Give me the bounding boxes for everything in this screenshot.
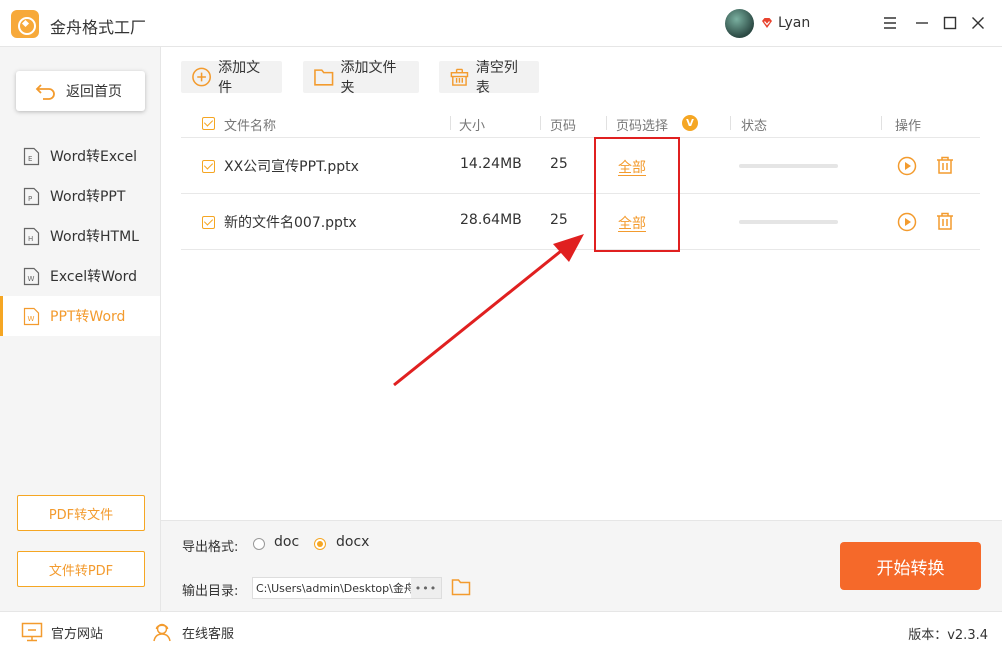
row-checkbox[interactable] bbox=[202, 216, 215, 229]
sidebar: 返回首页 E Word转Excel P Word转PPT H Word转HTML… bbox=[0, 47, 161, 611]
title-bar: 金舟格式工厂 Lyan bbox=[0, 0, 1002, 47]
file-name: XX公司宣传PPT.pptx bbox=[224, 159, 359, 175]
sidebar-item-label: Excel转Word bbox=[50, 269, 138, 285]
format-label: 导出格式: bbox=[182, 540, 239, 555]
radio-doc[interactable] bbox=[253, 538, 265, 550]
file-size: 14.24MB bbox=[460, 156, 522, 172]
vip-diamond-icon bbox=[762, 18, 772, 28]
header-name: 文件名称 bbox=[224, 119, 277, 134]
progress-bar bbox=[739, 220, 838, 224]
close-icon[interactable] bbox=[968, 13, 988, 33]
app-logo-icon bbox=[11, 10, 39, 38]
table-row: 新的文件名007.pptx 28.64MB 25 全部 bbox=[181, 194, 980, 250]
table-header: 文件名称 大小 页码 页码选择 V 状态 操作 bbox=[181, 109, 980, 138]
output-path-field[interactable]: C:\Users\admin\Desktop\金舟格式工厂 ••• bbox=[252, 577, 442, 599]
sidebar-item-label: PPT转Word bbox=[50, 309, 126, 325]
column-separator bbox=[606, 116, 607, 130]
browse-more-button[interactable]: ••• bbox=[411, 578, 441, 598]
table-row: XX公司宣传PPT.pptx 14.24MB 25 全部 bbox=[181, 138, 980, 194]
excel-doc-icon: W bbox=[23, 267, 40, 285]
header-actions: 操作 bbox=[895, 119, 922, 134]
back-home-button[interactable]: 返回首页 bbox=[16, 71, 145, 111]
avatar[interactable] bbox=[725, 9, 754, 38]
svg-text:H: H bbox=[28, 235, 33, 243]
file-to-pdf-button[interactable]: 文件转PDF bbox=[17, 551, 145, 587]
row-checkbox[interactable] bbox=[202, 160, 215, 173]
word-doc-icon: H bbox=[23, 227, 40, 245]
radio-docx-label[interactable]: docx bbox=[336, 534, 369, 550]
header-page-select: 页码选择 bbox=[616, 119, 669, 134]
online-support-label: 在线客服 bbox=[182, 626, 235, 642]
version-label: 版本：v2.3.4 bbox=[908, 628, 988, 643]
radio-doc-label[interactable]: doc bbox=[274, 534, 299, 550]
clear-list-button[interactable]: 清空列表 bbox=[439, 60, 539, 96]
add-folder-label: 添加文件夹 bbox=[340, 60, 397, 96]
maximize-icon[interactable] bbox=[940, 13, 960, 33]
add-folder-button[interactable]: 添加文件夹 bbox=[303, 60, 419, 96]
column-separator bbox=[540, 116, 541, 130]
progress-bar bbox=[739, 164, 838, 168]
trash-icon[interactable] bbox=[935, 211, 955, 231]
select-all-checkbox[interactable] bbox=[202, 117, 215, 130]
svg-text:W: W bbox=[28, 315, 35, 323]
back-home-label: 返回首页 bbox=[66, 84, 122, 100]
official-website-link[interactable]: 官方网站 bbox=[21, 622, 103, 642]
output-dir-label: 输出目录: bbox=[182, 584, 239, 599]
header-status: 状态 bbox=[741, 119, 768, 134]
monitor-icon bbox=[21, 622, 43, 642]
sidebar-item-excel-to-word[interactable]: W Excel转Word bbox=[0, 256, 160, 296]
column-separator bbox=[881, 116, 882, 130]
word-doc-icon: P bbox=[23, 187, 40, 205]
open-folder-icon[interactable] bbox=[451, 578, 471, 596]
app-title: 金舟格式工厂 bbox=[50, 18, 147, 37]
clear-list-label: 清空列表 bbox=[475, 60, 518, 96]
sidebar-item-ppt-to-word[interactable]: W PPT转Word bbox=[0, 296, 160, 336]
output-settings-panel: 导出格式: doc docx 输出目录: C:\Users\admin\Desk… bbox=[161, 520, 1002, 611]
file-pages: 25 bbox=[550, 212, 568, 228]
play-icon[interactable] bbox=[897, 156, 917, 176]
add-file-button[interactable]: 添加文件 bbox=[181, 60, 282, 96]
play-icon[interactable] bbox=[897, 212, 917, 232]
output-path-text: C:\Users\admin\Desktop\金舟格式工厂 bbox=[256, 582, 411, 595]
file-size: 28.64MB bbox=[460, 212, 522, 228]
basket-icon bbox=[450, 68, 469, 86]
sidebar-item-word-to-html[interactable]: H Word转HTML bbox=[0, 216, 160, 256]
svg-text:W: W bbox=[28, 275, 35, 283]
sidebar-item-word-to-excel[interactable]: E Word转Excel bbox=[0, 136, 160, 176]
trash-icon[interactable] bbox=[935, 155, 955, 175]
file-table: 文件名称 大小 页码 页码选择 V 状态 操作 XX公司宣传PPT.pptx 1… bbox=[181, 109, 980, 250]
word-doc-icon: E bbox=[23, 147, 40, 165]
username[interactable]: Lyan bbox=[778, 15, 810, 31]
sidebar-item-label: Word转Excel bbox=[50, 149, 138, 165]
back-arrow-icon bbox=[35, 84, 55, 100]
header-size: 大小 bbox=[459, 119, 486, 134]
highlight-box bbox=[594, 137, 680, 252]
start-convert-button[interactable]: 开始转换 bbox=[840, 542, 981, 590]
menu-icon[interactable] bbox=[880, 13, 900, 33]
file-pages: 25 bbox=[550, 156, 568, 172]
online-support-link[interactable]: 在线客服 bbox=[152, 622, 234, 642]
support-agent-icon bbox=[153, 623, 171, 642]
pdf-to-file-button[interactable]: PDF转文件 bbox=[17, 495, 145, 531]
svg-text:P: P bbox=[28, 195, 32, 203]
add-circle-icon bbox=[192, 67, 212, 87]
svg-text:E: E bbox=[28, 155, 32, 163]
column-separator bbox=[730, 116, 731, 130]
footer: 官方网站 在线客服 版本：v2.3.4 bbox=[0, 611, 1002, 652]
official-website-label: 官方网站 bbox=[51, 626, 104, 642]
sidebar-item-label: Word转HTML bbox=[50, 229, 139, 245]
radio-docx[interactable] bbox=[314, 538, 326, 550]
vip-badge: V bbox=[682, 115, 698, 131]
header-pages: 页码 bbox=[550, 119, 577, 134]
column-separator bbox=[450, 116, 451, 130]
minimize-icon[interactable] bbox=[912, 13, 932, 33]
add-file-label: 添加文件 bbox=[218, 60, 261, 96]
ppt-doc-icon: W bbox=[23, 307, 40, 325]
folder-icon bbox=[314, 69, 334, 86]
sidebar-item-word-to-ppt[interactable]: P Word转PPT bbox=[0, 176, 160, 216]
sidebar-item-label: Word转PPT bbox=[50, 189, 126, 205]
file-name: 新的文件名007.pptx bbox=[224, 215, 357, 231]
